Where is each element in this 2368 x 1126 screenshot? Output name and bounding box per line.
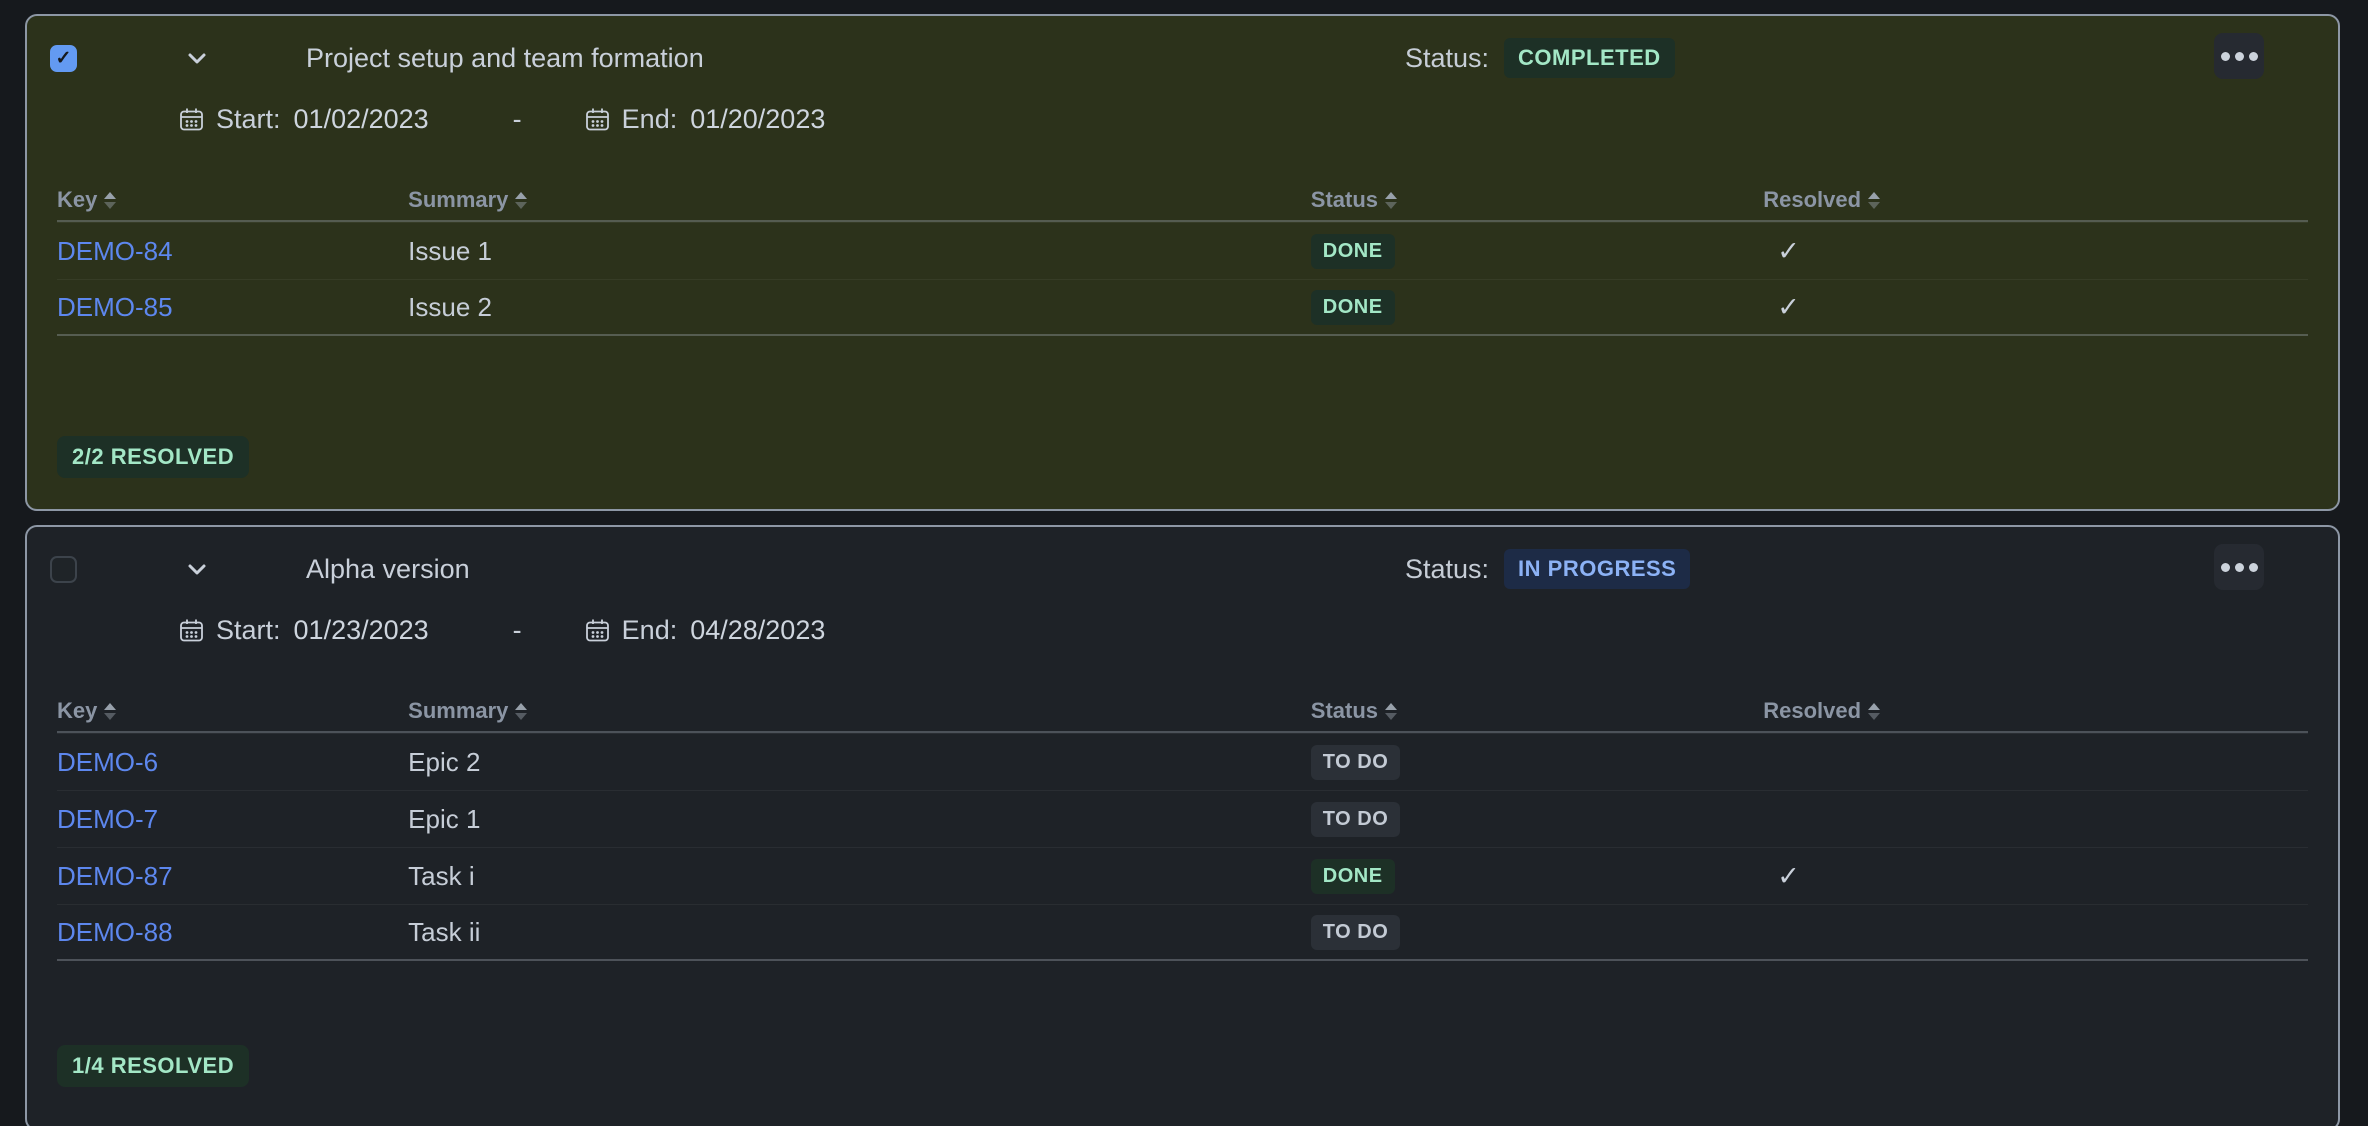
issue-status-badge: TO DO [1311, 915, 1400, 950]
sort-icon [515, 192, 527, 209]
table-row: DEMO-6 Epic 2 TO DO ✓ [57, 733, 2308, 790]
card-footer: 2/2 RESOLVED [27, 436, 2338, 509]
issue-key-link[interactable]: DEMO-84 [57, 236, 173, 266]
ellipsis-icon [2221, 52, 2230, 61]
issue-status-badge: DONE [1311, 234, 1395, 269]
start-date: 01/02/2023 [294, 104, 429, 135]
column-header-resolved[interactable]: Resolved [1763, 698, 2308, 724]
issue-summary: Issue 1 [408, 236, 1311, 267]
more-actions-button[interactable] [2214, 33, 2264, 79]
issue-key-link[interactable]: DEMO-6 [57, 747, 158, 777]
date-range: Start: 01/02/2023 - End: 01/20/2023 [27, 104, 2338, 134]
table-header-row: Key Summary Status Resolved [57, 691, 2308, 733]
start-date: 01/23/2023 [294, 615, 429, 646]
table-row: DEMO-7 Epic 1 TO DO ✓ [57, 790, 2308, 847]
date-separator: - [513, 615, 522, 646]
sort-icon [104, 703, 116, 720]
issue-summary: Epic 1 [408, 804, 1311, 835]
end-label: End: [622, 615, 678, 646]
collapse-toggle[interactable] [184, 45, 210, 71]
issue-key-link[interactable]: DEMO-85 [57, 292, 173, 322]
ellipsis-icon [2221, 563, 2230, 572]
table-row: DEMO-85 Issue 2 DONE ✓ [57, 279, 2308, 336]
card-header: Alpha version Status: IN PROGRESS [27, 527, 2338, 584]
calendar-icon [584, 617, 611, 644]
version-checkbox[interactable]: ✓ [50, 45, 77, 72]
sort-icon [515, 703, 527, 720]
table-header-row: Key Summary Status Resolved [57, 180, 2308, 222]
start-label: Start: [216, 615, 281, 646]
issue-summary: Task ii [408, 917, 1311, 948]
sort-icon [104, 192, 116, 209]
version-title: Alpha version [306, 554, 470, 585]
sort-icon [1868, 192, 1880, 209]
resolved-summary-badge: 2/2 RESOLVED [57, 436, 249, 478]
calendar-icon [584, 106, 611, 133]
issues-table: Key Summary Status Resolved DEMO-84 Issu… [57, 180, 2308, 336]
issue-key-link[interactable]: DEMO-87 [57, 861, 173, 891]
version-card-project-setup: ✓ Project setup and team formation Statu… [25, 14, 2340, 511]
column-header-status[interactable]: Status [1311, 698, 1763, 724]
issue-key-link[interactable]: DEMO-7 [57, 804, 158, 834]
table-row: DEMO-88 Task ii TO DO ✓ [57, 904, 2308, 961]
end-date: 01/20/2023 [690, 104, 825, 135]
column-header-summary[interactable]: Summary [408, 187, 1311, 213]
issue-status-badge: DONE [1311, 290, 1395, 325]
version-card-alpha-version: Alpha version Status: IN PROGRESS Start:… [25, 525, 2340, 1126]
chevron-down-icon [184, 45, 210, 71]
version-status: Status: COMPLETED [1405, 38, 1675, 78]
column-header-key[interactable]: Key [57, 187, 408, 213]
collapse-toggle[interactable] [184, 556, 210, 582]
start-label: Start: [216, 104, 281, 135]
resolved-check-icon: ✓ [1777, 861, 1800, 891]
issue-key-link[interactable]: DEMO-88 [57, 917, 173, 947]
version-status-badge: IN PROGRESS [1504, 549, 1690, 589]
version-status-badge: COMPLETED [1504, 38, 1675, 78]
table-row: DEMO-87 Task i DONE ✓ [57, 847, 2308, 904]
status-label: Status: [1405, 43, 1489, 74]
resolved-summary-badge: 1/4 RESOLVED [57, 1045, 249, 1087]
resolved-check-icon: ✓ [1777, 292, 1800, 322]
column-header-status[interactable]: Status [1311, 187, 1763, 213]
column-header-key[interactable]: Key [57, 698, 408, 724]
version-title: Project setup and team formation [306, 43, 704, 74]
issue-summary: Issue 2 [408, 292, 1311, 323]
issue-summary: Epic 2 [408, 747, 1311, 778]
end-date: 04/28/2023 [690, 615, 825, 646]
calendar-icon [178, 617, 205, 644]
date-range: Start: 01/23/2023 - End: 04/28/2023 [27, 615, 2338, 645]
issue-summary: Task i [408, 861, 1311, 892]
sort-icon [1868, 703, 1880, 720]
calendar-icon [178, 106, 205, 133]
issue-status-badge: TO DO [1311, 745, 1400, 780]
version-checkbox[interactable] [50, 556, 77, 583]
end-label: End: [622, 104, 678, 135]
chevron-down-icon [184, 556, 210, 582]
card-footer: 1/4 RESOLVED [27, 1045, 2338, 1126]
version-status: Status: IN PROGRESS [1405, 549, 1690, 589]
card-header: ✓ Project setup and team formation Statu… [27, 16, 2338, 73]
sort-icon [1385, 703, 1397, 720]
table-row: DEMO-84 Issue 1 DONE ✓ [57, 222, 2308, 279]
date-separator: - [513, 104, 522, 135]
sort-icon [1385, 192, 1397, 209]
more-actions-button[interactable] [2214, 544, 2264, 590]
status-label: Status: [1405, 554, 1489, 585]
column-header-summary[interactable]: Summary [408, 698, 1311, 724]
issue-status-badge: TO DO [1311, 802, 1400, 837]
column-header-resolved[interactable]: Resolved [1763, 187, 2308, 213]
issue-status-badge: DONE [1311, 859, 1395, 894]
issues-table: Key Summary Status Resolved DEMO-6 Epic … [57, 691, 2308, 961]
resolved-check-icon: ✓ [1777, 236, 1800, 266]
